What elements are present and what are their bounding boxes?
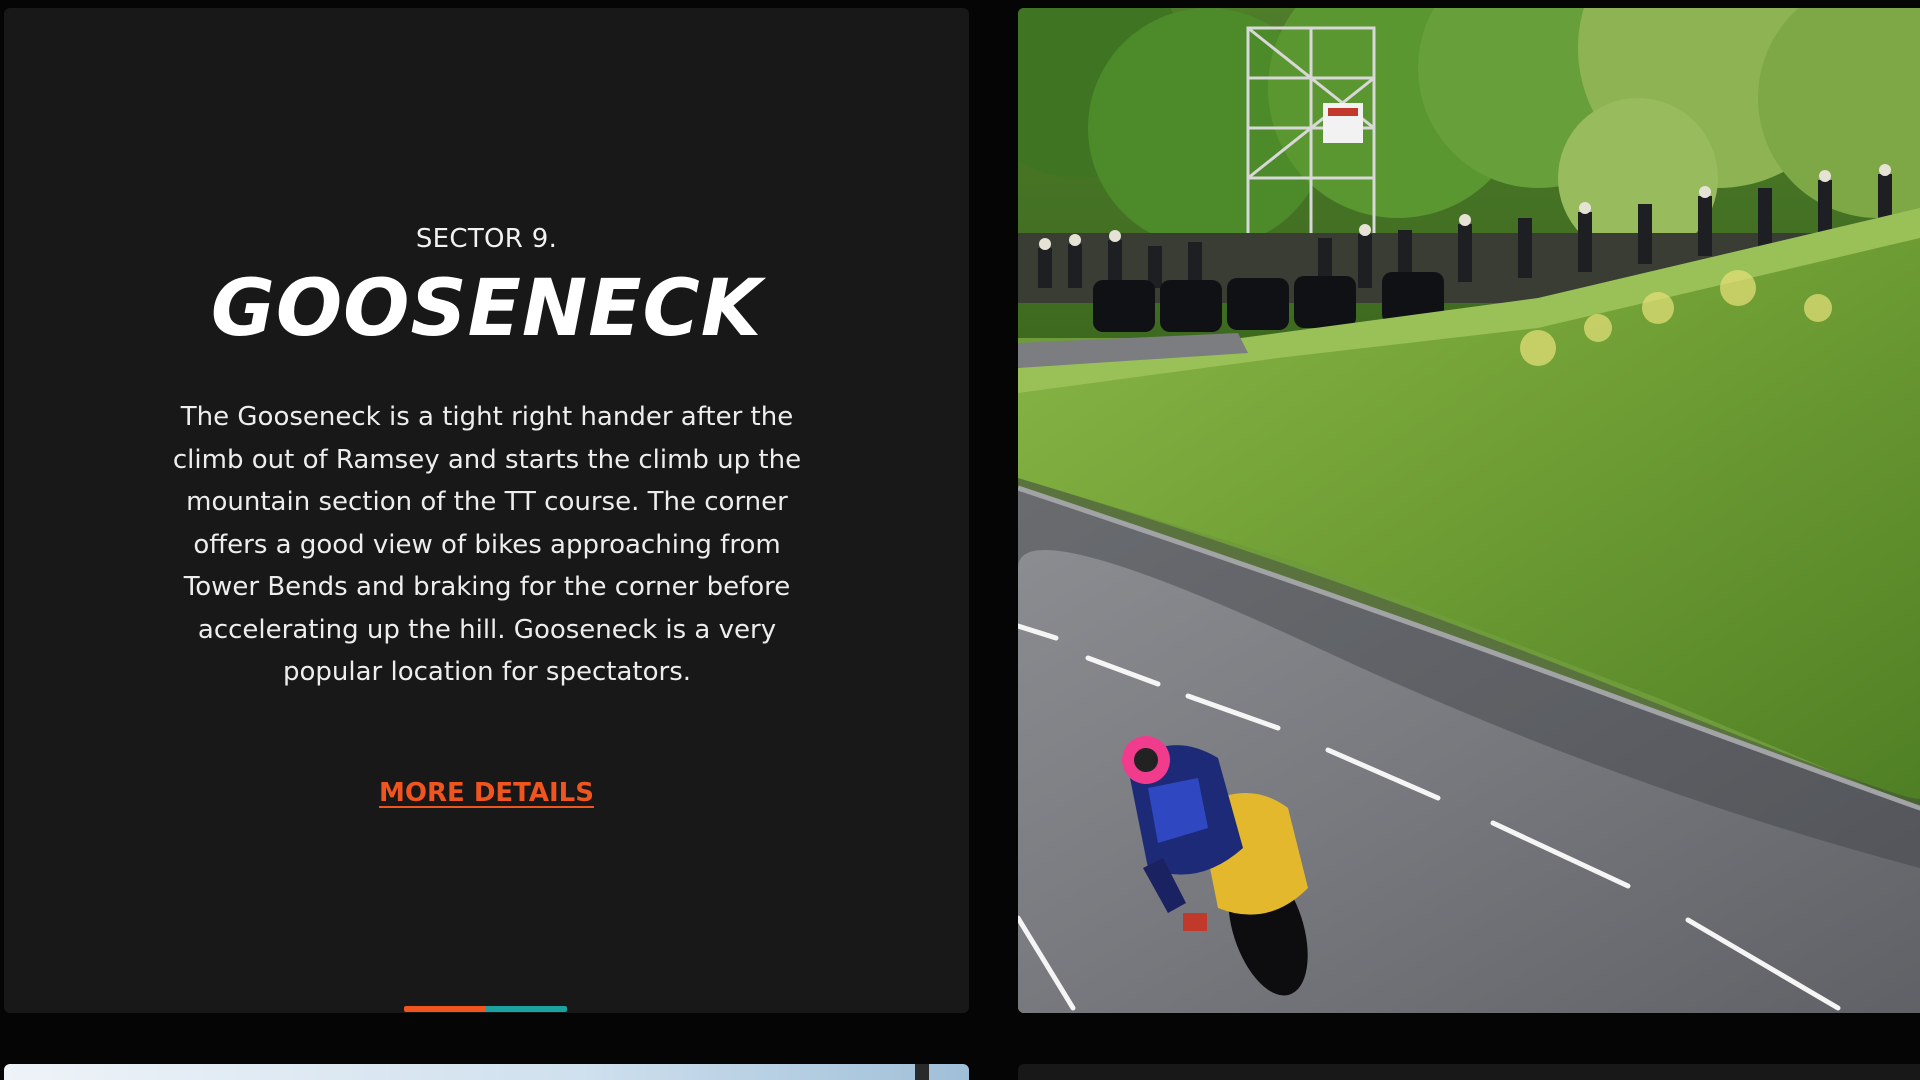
- sector-info-card: SECTOR 9. GOOSENECK The Gooseneck is a t…: [4, 8, 969, 1013]
- more-details-link[interactable]: MORE DETAILS: [4, 778, 969, 808]
- next-sector-card-edge: [915, 1064, 929, 1080]
- progress-segment-remaining: [485, 1006, 567, 1012]
- progress-segment-active: [404, 1006, 486, 1012]
- carousel-progress: [404, 1006, 567, 1012]
- next-sector-card[interactable]: [4, 1064, 969, 1080]
- page: SECTOR 9. GOOSENECK The Gooseneck is a t…: [0, 0, 1920, 1080]
- sector-photo: [1018, 8, 1920, 1013]
- next-sector-photo-card: [1018, 1064, 1920, 1080]
- sector-description: The Gooseneck is a tight right hander af…: [172, 402, 802, 687]
- sector-number: SECTOR 9.: [415, 224, 558, 254]
- sector-title: GOOSENECK: [210, 264, 763, 354]
- motorcycle-race-photo: [1018, 8, 1920, 1013]
